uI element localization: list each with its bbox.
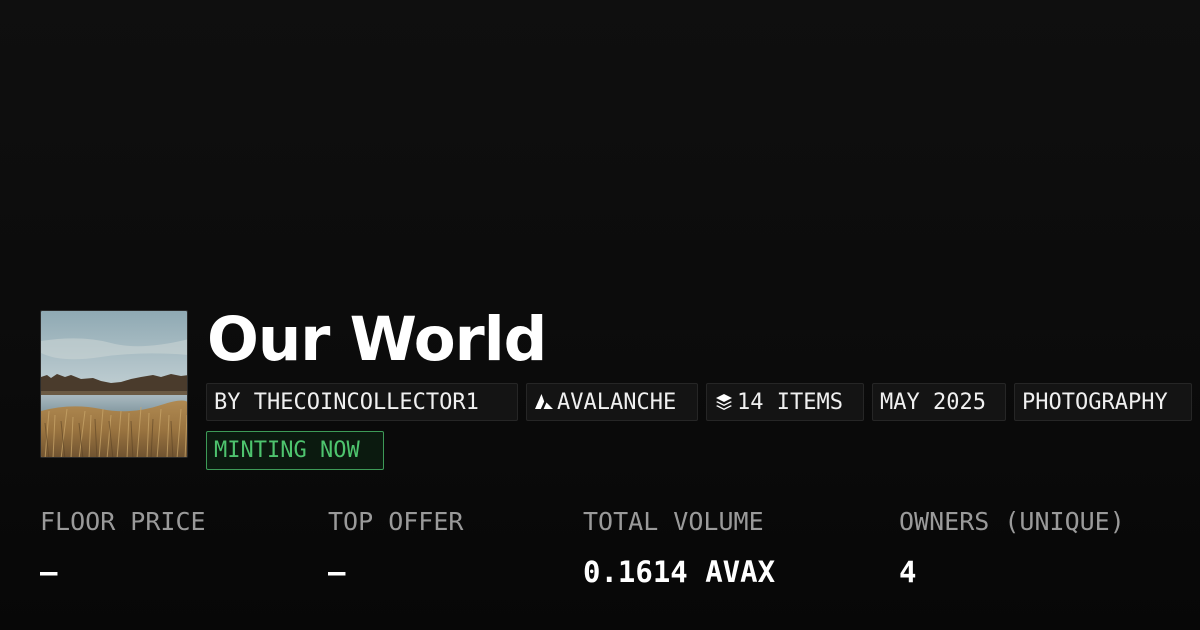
category-tag[interactable]: PHOTOGRAPHY (1014, 383, 1192, 421)
chain-label: AVALANCHE (557, 389, 677, 415)
floor-price-label: FLOOR PRICE (40, 507, 206, 536)
items-tag[interactable]: 14 ITEMS (706, 383, 864, 421)
collection-share-card: Our World BY THECOINCOLLECTOR1 AVALANCHE… (0, 0, 1200, 630)
date-tag: MAY 2025 (872, 383, 1006, 421)
lake-landscape-image (41, 311, 187, 457)
top-offer-label: TOP OFFER (328, 507, 464, 536)
total-volume-label: TOTAL VOLUME (583, 507, 764, 536)
minting-status-label: MINTING NOW (214, 438, 360, 463)
category-label: PHOTOGRAPHY (1022, 389, 1168, 415)
owners-value: 4 (899, 555, 917, 589)
creator-tag[interactable]: BY THECOINCOLLECTOR1 (206, 383, 518, 421)
total-volume-value: 0.1614 AVAX (583, 555, 776, 589)
creator-label: BY THECOINCOLLECTOR1 (214, 389, 479, 415)
chain-tag[interactable]: AVALANCHE (526, 383, 698, 421)
avalanche-logo-icon (534, 392, 554, 412)
collection-title: Our World (207, 304, 547, 375)
layers-icon (714, 392, 734, 412)
items-count-label: 14 ITEMS (737, 389, 843, 415)
owners-label: OWNERS (UNIQUE) (899, 507, 1125, 536)
floor-price-value: — (40, 555, 58, 589)
collection-thumbnail[interactable] (40, 310, 188, 458)
date-label: MAY 2025 (880, 389, 986, 415)
minting-status-badge[interactable]: MINTING NOW (206, 431, 384, 470)
top-offer-value: — (328, 555, 346, 589)
